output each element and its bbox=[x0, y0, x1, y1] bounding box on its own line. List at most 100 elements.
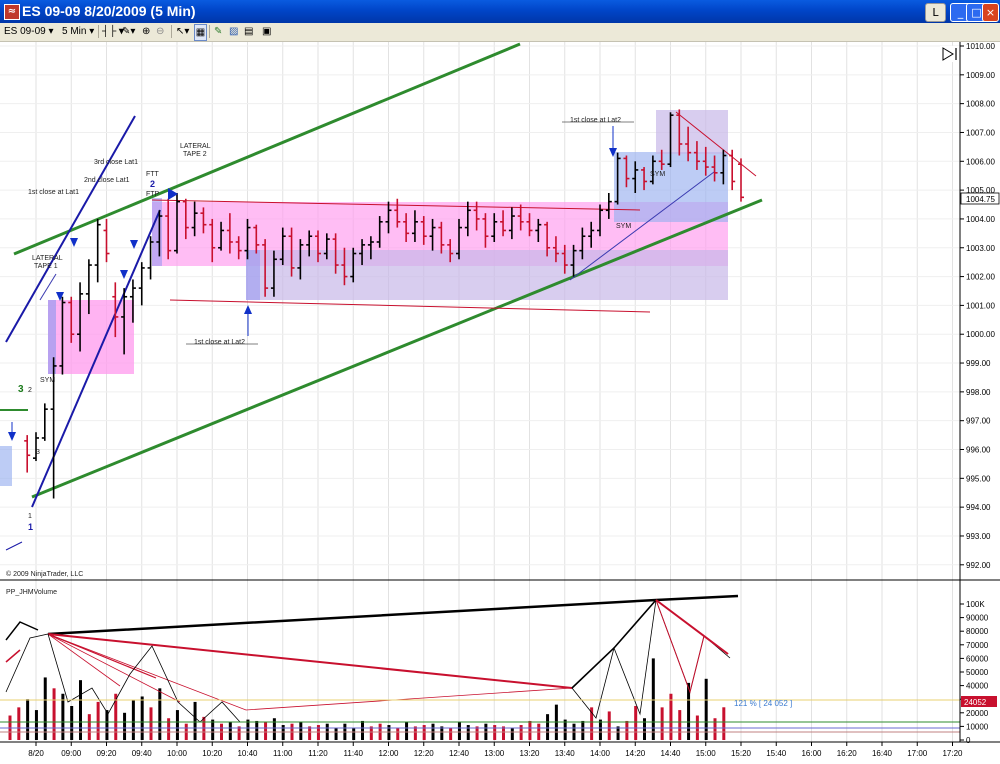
ann-point-3: 3 bbox=[36, 449, 40, 456]
zoom-in-icon[interactable]: ⊕ bbox=[142, 24, 150, 39]
arrow-up-icon bbox=[244, 305, 252, 314]
volume-bar bbox=[625, 720, 629, 740]
x-tick-label: 12:00 bbox=[378, 749, 399, 758]
link-button[interactable]: L bbox=[925, 3, 946, 22]
chart-area[interactable]: 1st close at Lat1 2nd close Lat1 3rd clo… bbox=[0, 42, 1000, 764]
volume-bar bbox=[43, 677, 47, 740]
bars-icon[interactable]: ┤├ ▾ bbox=[102, 24, 124, 39]
vol-thin-black bbox=[5, 633, 241, 723]
interval-selector[interactable]: 5 Min ▾ bbox=[62, 24, 94, 39]
volume-bar bbox=[334, 727, 338, 740]
pointer-icon[interactable]: ↖▾ bbox=[176, 24, 189, 39]
price-bar bbox=[94, 218, 101, 283]
volume-bar bbox=[387, 725, 391, 740]
x-tick-label: 11:00 bbox=[273, 749, 293, 758]
chart-canvas[interactable]: 1st close at Lat1 2nd close Lat1 3rd clo… bbox=[0, 42, 1000, 764]
steep-channel-stub bbox=[5, 541, 23, 551]
vol-y-tick-label: 0 bbox=[966, 736, 971, 745]
grid bbox=[0, 42, 960, 742]
volume-bar bbox=[528, 720, 532, 740]
volume-bar bbox=[598, 719, 602, 740]
indicator-icon[interactable]: ▨ bbox=[229, 24, 238, 39]
properties-icon[interactable]: ▦ bbox=[194, 24, 207, 41]
vol-y-tick-label: 60000 bbox=[966, 654, 989, 663]
volume-bar bbox=[519, 725, 523, 740]
strategy-icon[interactable]: ✎ bbox=[214, 24, 222, 39]
vol-y-tick-label: 90000 bbox=[966, 614, 989, 623]
chevron-down-icon: ▾ bbox=[48, 26, 54, 37]
volume-bar bbox=[493, 725, 497, 740]
volume-bar bbox=[149, 707, 153, 740]
volume-bar bbox=[352, 727, 356, 740]
pencil-icon[interactable]: ✎▾ bbox=[122, 24, 135, 39]
ann-lat1-first: 1st close at Lat1 bbox=[28, 189, 79, 196]
ann-sym-2: SYM bbox=[616, 223, 631, 230]
y-tick-label: 1009.00 bbox=[966, 71, 995, 80]
vol-y-tick-label: 80000 bbox=[966, 627, 989, 636]
volume-bar bbox=[281, 725, 285, 740]
vol-red-3 bbox=[47, 633, 181, 703]
volume-bar bbox=[669, 693, 673, 740]
vol-y-tick-label: 100K bbox=[966, 600, 985, 609]
y-tick-label: 1004.00 bbox=[966, 215, 995, 224]
x-tick-label: 12:40 bbox=[449, 749, 470, 758]
close-button[interactable]: × bbox=[982, 3, 999, 22]
y-tick-label: 1001.00 bbox=[966, 301, 995, 310]
price-axis[interactable]: 1010.001009.001008.001007.001006.001005.… bbox=[960, 42, 995, 570]
scroll-end-icon[interactable] bbox=[940, 46, 960, 62]
volume-bar bbox=[722, 707, 726, 740]
ann-lateral-tape2-b: TAPE 2 bbox=[183, 151, 207, 158]
volume-readout: 121 % [ 24 052 ] bbox=[734, 699, 792, 708]
volume-bar bbox=[449, 727, 453, 740]
ann-lateral-tape1-a: LATERAL bbox=[32, 255, 63, 262]
x-tick-label: 10:20 bbox=[202, 749, 223, 758]
volume-bar bbox=[678, 710, 682, 740]
volume-axis[interactable]: 100K900008000070000600005000040000300002… bbox=[960, 600, 989, 745]
price-bar bbox=[138, 262, 145, 306]
instrument-label: ES 09-09 bbox=[4, 26, 46, 37]
volume-panel-title: PP_JHMVolume bbox=[6, 589, 57, 596]
volume-bar bbox=[457, 722, 461, 740]
ann-sym-3: SYM bbox=[650, 171, 665, 178]
ann-ftt: FTT bbox=[146, 171, 160, 178]
x-tick-label: 16:40 bbox=[872, 749, 893, 758]
price-marker: 1004.75 bbox=[966, 195, 995, 204]
ann-lateral-tape2-a: LATERAL bbox=[180, 143, 211, 150]
interval-label: 5 Min bbox=[62, 26, 87, 37]
toolbar-divider bbox=[171, 25, 172, 38]
x-tick-label: 14:00 bbox=[590, 749, 611, 758]
y-tick-label: 994.00 bbox=[966, 503, 991, 512]
time-axis[interactable]: 8/20 09:00 09:20 09:40 10:00 10:20 10:40 11:00 1… bbox=[28, 742, 963, 758]
vol-y-tick-label: 70000 bbox=[966, 641, 989, 650]
ann-lat2-first-low: 1st close at Lat2 bbox=[194, 339, 245, 346]
instrument-selector[interactable]: ES 09-09 ▾ bbox=[4, 24, 54, 39]
ann-point-2b: 2 bbox=[150, 179, 155, 189]
zoom-out-icon[interactable]: ⊖ bbox=[156, 24, 164, 39]
vol-swing-up bbox=[571, 599, 657, 689]
volume-bar bbox=[70, 706, 74, 740]
price-bars bbox=[24, 109, 744, 499]
ann-ftp: FTP bbox=[146, 191, 160, 198]
ann-lat1-second: 2nd close Lat1 bbox=[84, 177, 130, 184]
volume-bar bbox=[193, 701, 197, 740]
data-box-icon[interactable]: ▤ bbox=[244, 24, 253, 39]
lateral-zone-1 bbox=[48, 300, 134, 374]
x-tick-label: 15:40 bbox=[766, 749, 787, 758]
x-tick-label: 15:20 bbox=[731, 749, 752, 758]
title-bar: ≈ ES 09-09 8/20/2009 (5 Min) L _ □ × bbox=[0, 0, 1000, 23]
x-tick-label: 13:40 bbox=[555, 749, 576, 758]
volume-bar bbox=[96, 701, 100, 740]
vol-stub-red bbox=[5, 649, 21, 663]
y-tick-label: 997.00 bbox=[966, 417, 991, 426]
price-bar bbox=[729, 149, 736, 191]
y-tick-label: 1007.00 bbox=[966, 128, 995, 137]
volume-bar bbox=[546, 714, 550, 740]
price-bar bbox=[738, 158, 744, 202]
arrow-down-icon bbox=[120, 270, 128, 279]
chevron-down-icon: ▾ bbox=[89, 26, 95, 37]
volume-bar bbox=[704, 678, 708, 740]
window-title: ES 09-09 8/20/2009 (5 Min) bbox=[22, 3, 196, 19]
chart-properties-icon[interactable]: ▣ bbox=[262, 24, 271, 39]
ann-lat1-third: 3rd close Lat1 bbox=[94, 159, 138, 166]
price-bar bbox=[24, 435, 31, 473]
